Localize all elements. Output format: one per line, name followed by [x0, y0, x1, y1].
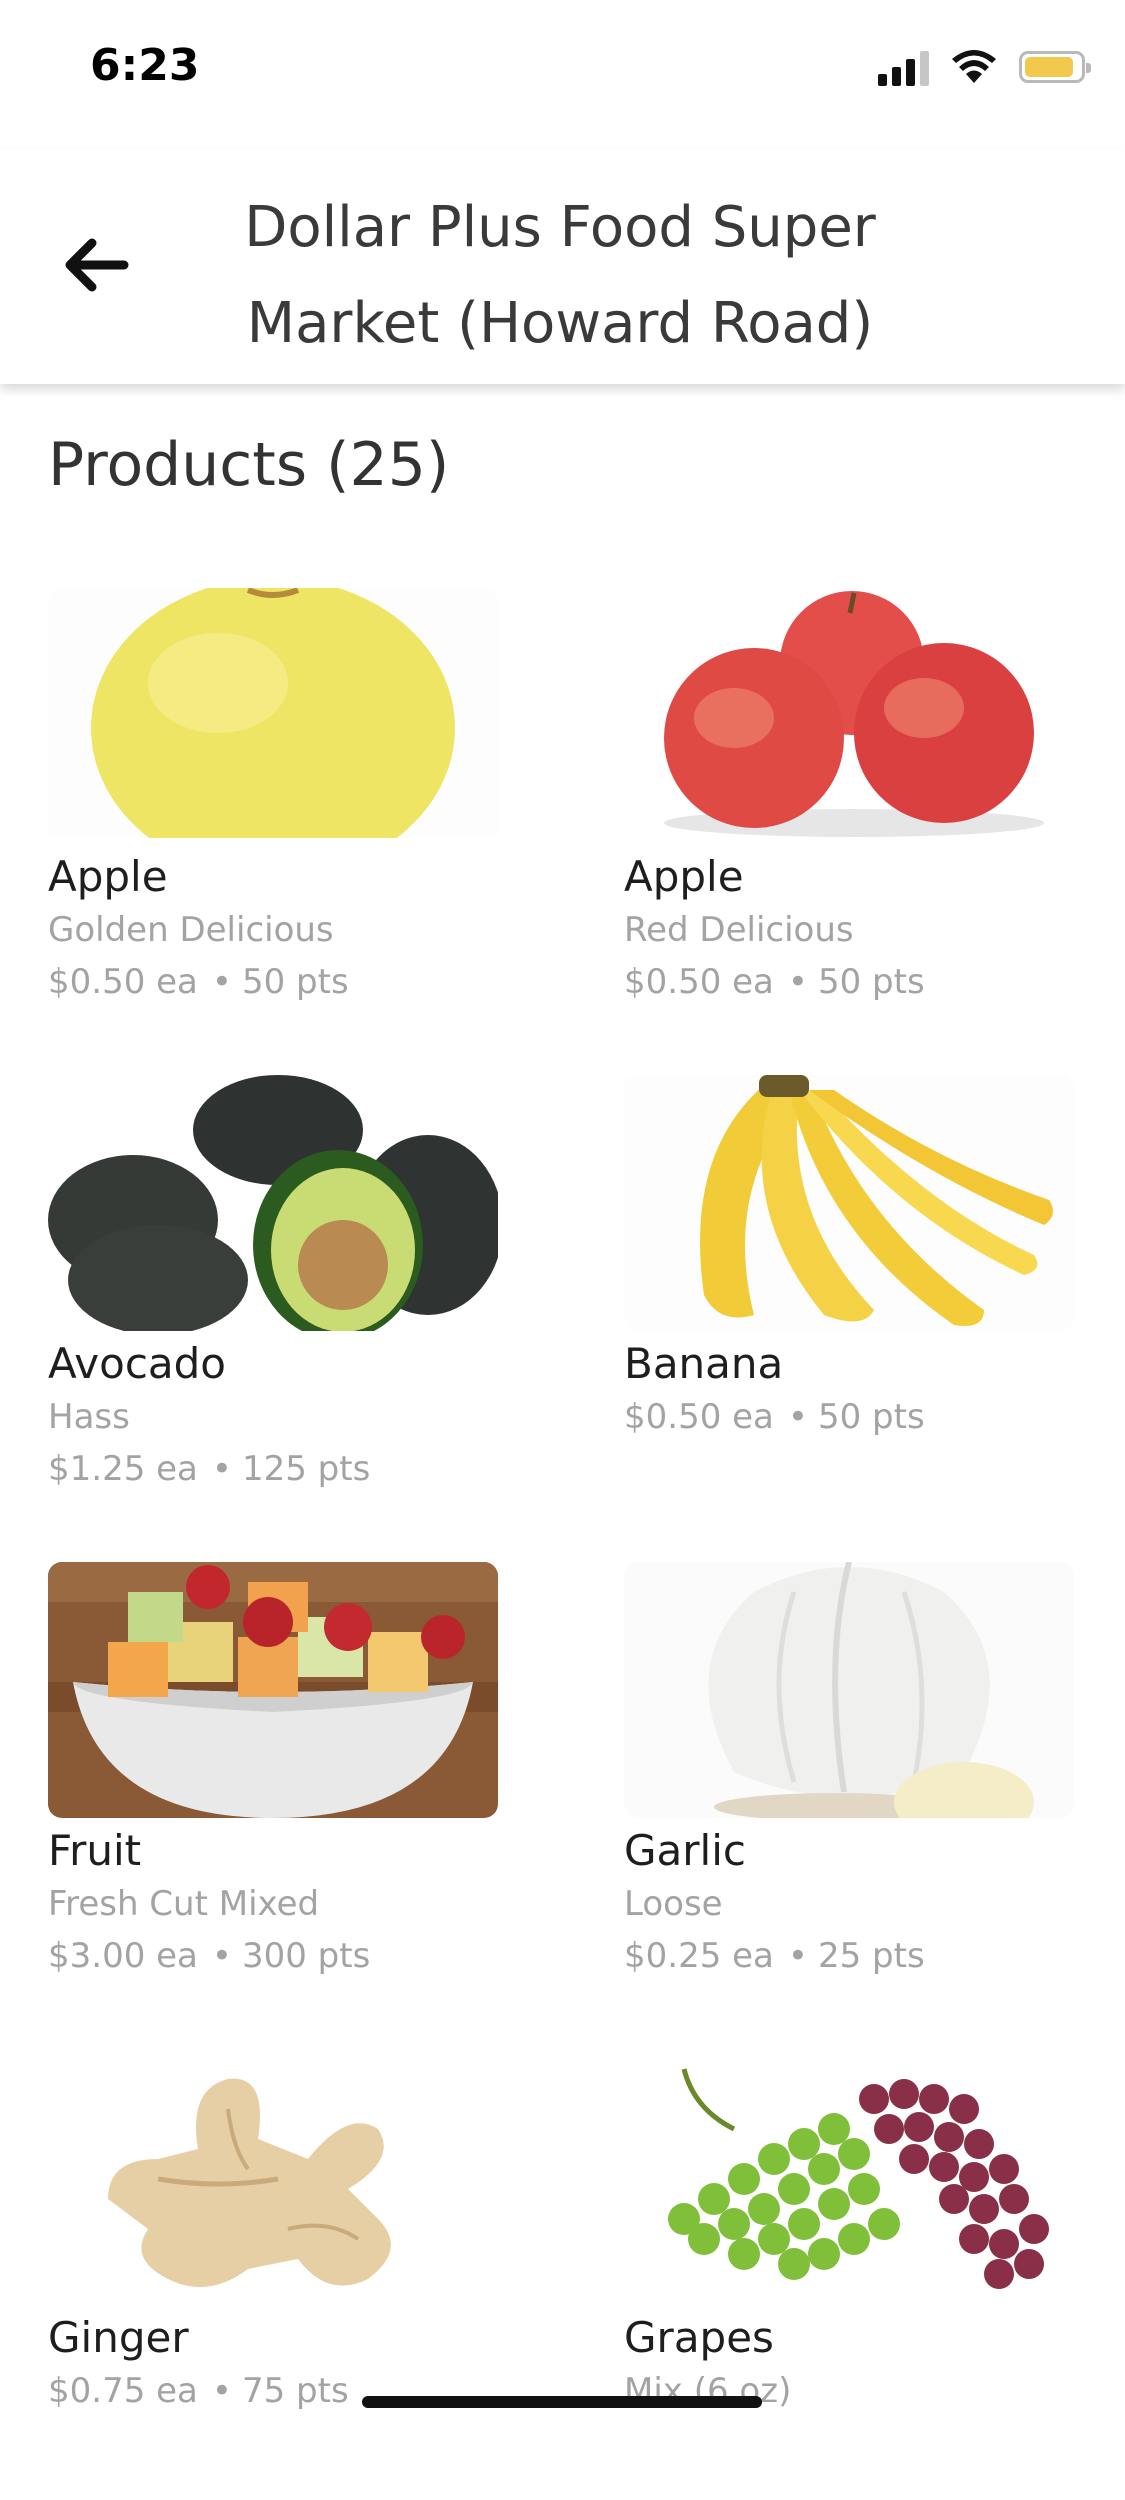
arrow-left-icon [65, 238, 129, 292]
status-icons [878, 48, 1091, 86]
product-points: 50 pts [241, 962, 349, 1002]
status-time: 6:23 [90, 40, 200, 91]
product-price-row: $0.50 ea • 50 pts [48, 962, 349, 1002]
product-image [48, 588, 498, 844]
product-price-row [624, 2417, 1074, 2469]
product-points: 25 pts [817, 1936, 925, 1976]
product-price-row: $0.25 ea • 25 pts [624, 1936, 925, 1976]
product-variant: Loose [624, 1884, 723, 1924]
product-points: 125 pts [241, 1449, 371, 1489]
product-card[interactable]: Avocado Hass $1.25 ea • 125 pts [48, 1075, 498, 1526]
product-price: $0.50 ea [48, 962, 198, 1002]
product-image [48, 1075, 498, 1331]
product-card[interactable]: Apple Golden Delicious $0.50 ea • 50 pts [48, 588, 498, 1039]
product-points: 75 pts [241, 2371, 349, 2411]
navigation-header: Dollar Plus Food Super Market (Howard Ro… [0, 150, 1125, 384]
product-variant: Hass [48, 1397, 130, 1437]
product-name: Apple [624, 852, 744, 901]
product-card[interactable]: Ginger $0.75 ea • 75 pts [48, 2049, 498, 2500]
product-price: $0.25 ea [624, 1936, 774, 1976]
product-price: $0.50 ea [624, 962, 774, 1002]
store-title: Dollar Plus Food Super Market (Howard Ro… [244, 195, 876, 356]
product-image [624, 1562, 1074, 1818]
product-price: $3.00 ea [48, 1936, 198, 1976]
product-name: Apple [48, 852, 168, 901]
cellular-signal-icon [878, 48, 929, 86]
product-card[interactable]: Garlic Loose $0.25 ea • 25 pts [624, 1562, 1074, 2013]
product-card[interactable]: Banana $0.50 ea • 50 pts [624, 1075, 1074, 1526]
product-name: Ginger [48, 2313, 189, 2362]
product-price-row: $0.50 ea • 50 pts [624, 962, 925, 1002]
battery-icon [1019, 51, 1091, 83]
product-price-row: $3.00 ea • 300 pts [48, 1936, 371, 1976]
product-variant: Golden Delicious [48, 910, 334, 950]
product-card[interactable]: Grapes Mix (6 oz) [624, 2049, 1074, 2500]
product-points: 50 pts [817, 1397, 925, 1437]
product-variant: Mix (6 oz) [624, 2371, 792, 2411]
product-image [48, 1562, 498, 1818]
back-button[interactable] [50, 220, 140, 310]
status-bar: 6:23 [0, 0, 1125, 132]
product-points: 300 pts [241, 1936, 371, 1976]
product-variant: Red Delicious [624, 910, 854, 950]
product-name: Avocado [48, 1339, 227, 1388]
product-price-row: $0.50 ea • 50 pts [624, 1397, 925, 1437]
product-price: $0.75 ea [48, 2371, 198, 2411]
product-card[interactable]: Fruit Fresh Cut Mixed $3.00 ea • 300 pts [48, 1562, 498, 2013]
product-price-row: $1.25 ea • 125 pts [48, 1449, 371, 1489]
product-image [624, 2049, 1074, 2305]
product-name: Garlic [624, 1826, 746, 1875]
home-indicator[interactable] [362, 2396, 762, 2408]
product-name: Fruit [48, 1826, 142, 1875]
product-grid: Apple Golden Delicious $0.50 ea • 50 pts A… [48, 588, 1078, 2500]
product-variant: Fresh Cut Mixed [48, 1884, 320, 1924]
product-name: Banana [624, 1339, 784, 1388]
product-price: $0.50 ea [624, 1397, 774, 1437]
product-image [48, 2049, 498, 2305]
product-image [624, 588, 1074, 844]
product-points: 50 pts [817, 962, 925, 1002]
product-image [624, 1075, 1074, 1331]
products-heading: Products (25) [48, 430, 450, 500]
product-price: $1.25 ea [48, 1449, 198, 1489]
product-name: Grapes [624, 2313, 774, 2362]
product-price-row: $0.75 ea • 75 pts [48, 2371, 349, 2411]
product-card[interactable]: Apple Red Delicious $0.50 ea • 50 pts [624, 588, 1074, 1039]
wifi-icon [952, 50, 996, 83]
